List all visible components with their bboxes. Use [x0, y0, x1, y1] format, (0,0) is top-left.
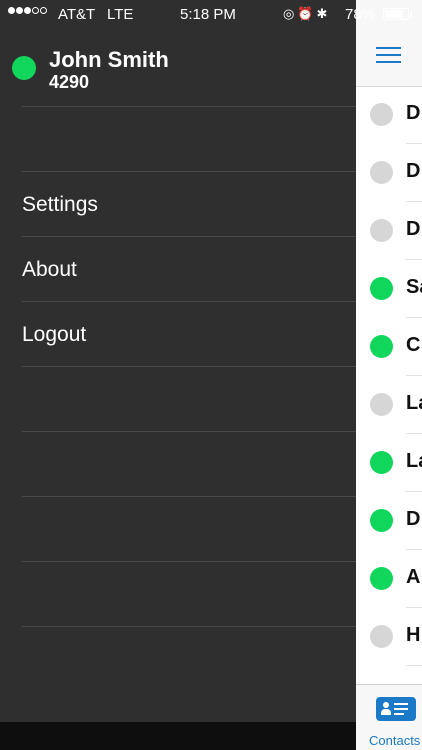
presence-status-icon	[370, 103, 393, 126]
menu-item-empty	[22, 561, 356, 626]
status-icons: ◎⏰✱	[283, 6, 330, 22]
presence-status-icon	[370, 393, 393, 416]
presence-status-icon	[370, 509, 393, 532]
contact-name: D	[406, 508, 421, 530]
contact-name: La	[406, 392, 422, 414]
tab-bar: Contacts	[356, 684, 422, 750]
contact-name: D	[406, 160, 421, 182]
contact-name: D	[406, 102, 421, 124]
contact-row[interactable]: D	[356, 86, 422, 144]
network-type: LTE	[107, 6, 134, 23]
contact-name: La	[406, 450, 422, 472]
user-header: John Smith 4290	[0, 40, 356, 106]
bottom-strip	[0, 722, 356, 750]
contact-name: A	[406, 566, 421, 588]
carrier-name: AT&T	[58, 6, 96, 23]
contact-row[interactable]: Sa	[356, 260, 422, 318]
presence-status-icon	[370, 161, 393, 184]
contacts-panel[interactable]: D D D Sa C La La D A H Contacts	[356, 0, 422, 750]
menu-item-label: About	[22, 258, 77, 281]
contact-row[interactable]: D	[356, 144, 422, 202]
bluetooth-icon: ✱	[316, 6, 331, 21]
contact-name: Sa	[406, 276, 422, 298]
menu-item-label: Settings	[22, 193, 98, 216]
contact-row[interactable]: La	[356, 434, 422, 492]
contact-name: D	[406, 218, 421, 240]
presence-status-icon	[12, 56, 36, 80]
presence-status-icon	[370, 335, 393, 358]
user-extension: 4290	[49, 72, 90, 92]
menu-item-empty	[22, 496, 356, 561]
hamburger-menu-icon[interactable]	[376, 46, 401, 64]
signal-strength-icon	[8, 7, 47, 14]
lock-rotation-icon: ◎	[283, 6, 298, 21]
battery-icon	[383, 8, 412, 20]
status-time: 5:18 PM	[180, 6, 236, 23]
alarm-icon: ⏰	[297, 6, 317, 21]
presence-status-icon	[370, 625, 393, 648]
drawer-menu: Settings About Logout	[22, 106, 356, 691]
menu-item-label: Logout	[22, 323, 87, 346]
contact-row[interactable]: La	[356, 376, 422, 434]
presence-status-icon	[370, 219, 393, 242]
contacts-card-icon	[376, 697, 416, 721]
contact-name: H	[406, 624, 421, 646]
contact-row[interactable]: C	[356, 318, 422, 376]
menu-item-logout[interactable]: Logout	[22, 301, 356, 366]
menu-item-about[interactable]: About	[22, 236, 356, 301]
battery-percentage: 78%	[345, 6, 376, 23]
contact-list: D D D Sa C La La D A H	[356, 86, 422, 666]
menu-item-empty	[22, 366, 356, 431]
contact-row[interactable]: D	[356, 202, 422, 260]
presence-status-icon	[370, 451, 393, 474]
menu-item-empty	[22, 106, 356, 171]
contact-name: C	[406, 334, 421, 356]
contact-row[interactable]: A	[356, 550, 422, 608]
user-name: John Smith	[49, 47, 169, 72]
status-bar: AT&T LTE 5:18 PM ◎⏰✱ 78%	[0, 0, 422, 30]
presence-status-icon	[370, 567, 393, 590]
side-drawer: John Smith 4290 Settings About Logout	[0, 0, 356, 722]
menu-item-empty	[22, 431, 356, 496]
contact-row[interactable]: D	[356, 492, 422, 550]
presence-status-icon	[370, 277, 393, 300]
menu-item-settings[interactable]: Settings	[22, 171, 356, 236]
contact-row[interactable]: H	[356, 608, 422, 666]
tab-label: Contacts	[369, 733, 421, 748]
menu-item-empty	[22, 626, 356, 691]
